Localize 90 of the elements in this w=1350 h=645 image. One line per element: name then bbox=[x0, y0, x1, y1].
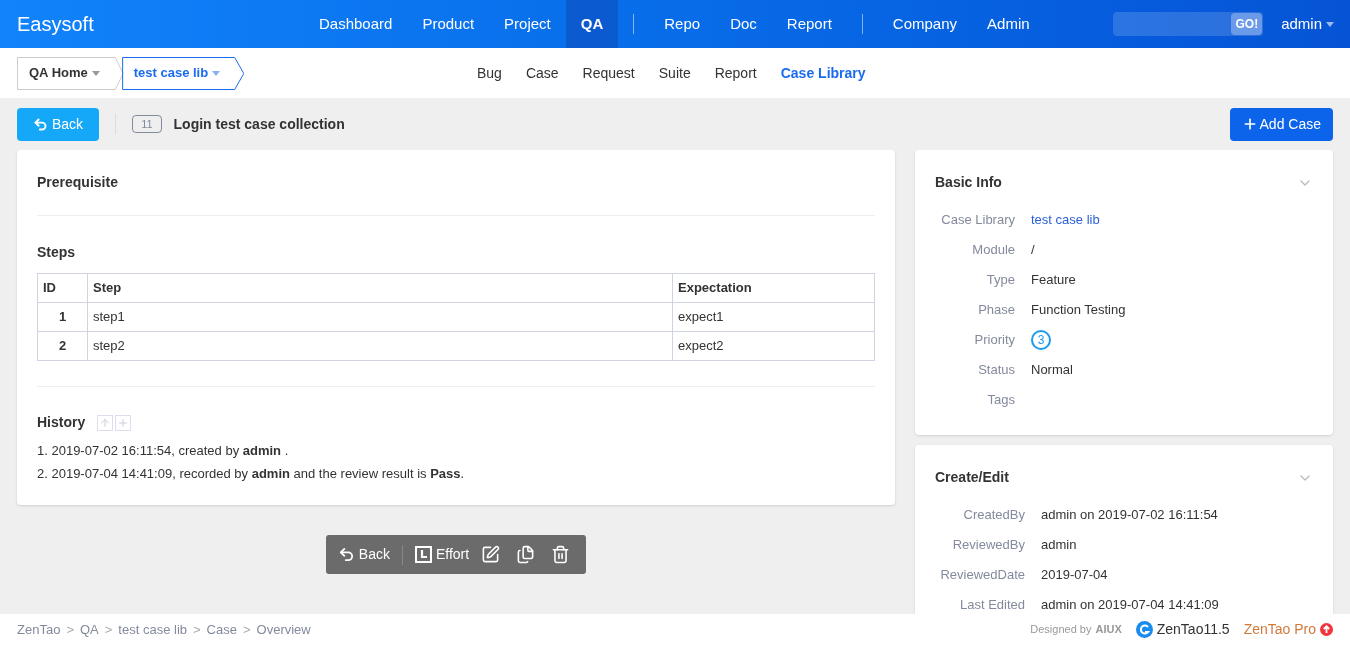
plus-icon[interactable] bbox=[115, 414, 132, 431]
logo-icon bbox=[1135, 621, 1153, 638]
breadcrumb-separator: > bbox=[193, 620, 201, 639]
sub-nav-tab[interactable]: Case Library bbox=[768, 62, 878, 84]
history-entry: 1. 2019-07-02 16:11:54, created by admin . bbox=[37, 442, 290, 460]
table-cell: expect2 bbox=[672, 331, 875, 361]
field-label: Phase bbox=[977, 301, 1016, 320]
nav-item[interactable]: Project bbox=[489, 0, 566, 48]
breadcrumb-separator: > bbox=[104, 620, 113, 639]
field-value: admin bbox=[1041, 537, 1077, 553]
clock-square-icon bbox=[414, 546, 432, 563]
sub-nav-tab[interactable]: Bug bbox=[465, 62, 514, 84]
table-cell: expect1 bbox=[672, 302, 875, 332]
steps-title: Steps bbox=[37, 243, 77, 262]
pro-link[interactable]: ZenTao Pro bbox=[1243, 619, 1333, 640]
field-label: CreatedBy bbox=[962, 506, 1026, 525]
nav-item[interactable]: Report bbox=[771, 0, 847, 48]
field-label: ReviewedBy bbox=[951, 536, 1026, 555]
priority-badge: 3 bbox=[1031, 330, 1051, 350]
field-label: ReviewedDate bbox=[939, 566, 1026, 585]
edit-icon[interactable] bbox=[481, 545, 501, 564]
nav-item[interactable]: Doc bbox=[715, 0, 772, 48]
field-value: / bbox=[1031, 242, 1035, 258]
current-page-text: Overview bbox=[256, 620, 311, 639]
version-link[interactable]: ZenTao11.5 bbox=[1135, 619, 1230, 640]
breadcrumb-separator: > bbox=[66, 620, 74, 639]
sub-nav-tab[interactable]: Report bbox=[702, 62, 769, 84]
user-menu[interactable]: admin bbox=[1281, 12, 1334, 36]
back-icon bbox=[337, 546, 355, 563]
field-label: Priority bbox=[973, 331, 1016, 350]
breadcrumb-separator: > bbox=[242, 620, 251, 639]
sub-nav-tab[interactable]: Request bbox=[570, 62, 647, 84]
field-value: admin on 2019-07-02 16:11:54 bbox=[1041, 507, 1218, 523]
field-value: Feature bbox=[1031, 272, 1076, 288]
field-label: Type bbox=[985, 271, 1016, 290]
panel-title: Create/Edit bbox=[935, 468, 1009, 487]
field-label: Status bbox=[977, 361, 1016, 380]
nav-item[interactable]: QA bbox=[565, 0, 619, 48]
nav-item[interactable]: Repo bbox=[649, 0, 716, 48]
field-value: admin on 2019-07-04 14:41:09 bbox=[1041, 597, 1219, 613]
panel-title: Basic Info bbox=[935, 173, 1002, 192]
upgrade-icon bbox=[1320, 623, 1333, 636]
table-cell: step1 bbox=[87, 302, 673, 332]
column-header: Expectation bbox=[672, 273, 875, 303]
footer-breadcrumb-link[interactable]: ZenTao bbox=[17, 619, 61, 640]
case-title: Login test case collection bbox=[173, 114, 345, 134]
table-cell: 1 bbox=[37, 302, 88, 332]
field-label: Module bbox=[971, 241, 1016, 260]
table-cell: 2 bbox=[37, 331, 88, 361]
column-header: ID bbox=[37, 273, 88, 303]
arrow-up-icon[interactable] bbox=[97, 414, 114, 431]
brand-logo: Easysoft bbox=[16, 12, 95, 37]
search-field[interactable]: GO! bbox=[1113, 12, 1264, 36]
field-label: Case Library bbox=[940, 211, 1016, 230]
back-icon bbox=[33, 116, 48, 132]
nav-item[interactable]: Product bbox=[407, 0, 490, 48]
back-button[interactable]: Back bbox=[333, 544, 394, 565]
back-button[interactable]: Back bbox=[17, 107, 100, 141]
sub-nav-tab[interactable]: Case bbox=[513, 62, 571, 84]
footer-breadcrumb-link[interactable]: Case bbox=[206, 619, 237, 640]
field-value: 2019-07-04 bbox=[1041, 567, 1108, 583]
caret-icon bbox=[91, 70, 100, 76]
nav-item[interactable]: Dashboard bbox=[304, 0, 408, 48]
caret-icon bbox=[1326, 21, 1334, 27]
field-value: Function Testing bbox=[1031, 302, 1126, 318]
nav-item[interactable]: Admin bbox=[972, 0, 1045, 48]
sub-nav-tab[interactable]: Suite bbox=[646, 62, 703, 84]
history-entry: 2. 2019-07-04 14:41:09, recorded by admin and the review result is Pass. bbox=[37, 465, 466, 483]
breadcrumb-item[interactable]: QA Home bbox=[17, 56, 124, 90]
copy-icon[interactable] bbox=[516, 545, 536, 564]
delete-icon[interactable] bbox=[551, 545, 571, 564]
breadcrumb-item[interactable]: test case lib bbox=[121, 56, 245, 90]
prerequisite-title: Prerequisite bbox=[37, 150, 875, 216]
case-library-link[interactable]: test case lib bbox=[1031, 212, 1100, 228]
footer-breadcrumb-link[interactable]: QA bbox=[79, 619, 99, 640]
add-case-button[interactable]: Add Case bbox=[1229, 107, 1333, 141]
footer-breadcrumb-link[interactable]: test case lib bbox=[118, 619, 187, 640]
field-label: Tags bbox=[986, 391, 1016, 410]
case-id-badge: 11 bbox=[132, 114, 162, 134]
designed-by-text: Designed by bbox=[1030, 622, 1092, 638]
field-value: Normal bbox=[1031, 362, 1073, 378]
nav-item[interactable]: Company bbox=[877, 0, 973, 48]
history-title: History bbox=[37, 413, 86, 432]
designer-name: AIUX bbox=[1095, 622, 1122, 638]
table-cell: step2 bbox=[87, 331, 673, 361]
effort-button[interactable]: Effort bbox=[410, 544, 474, 565]
search-button[interactable]: GO! bbox=[1231, 13, 1263, 35]
caret-icon bbox=[212, 70, 221, 76]
column-header: Step bbox=[87, 273, 673, 303]
field-label: Last Edited bbox=[958, 596, 1026, 614]
